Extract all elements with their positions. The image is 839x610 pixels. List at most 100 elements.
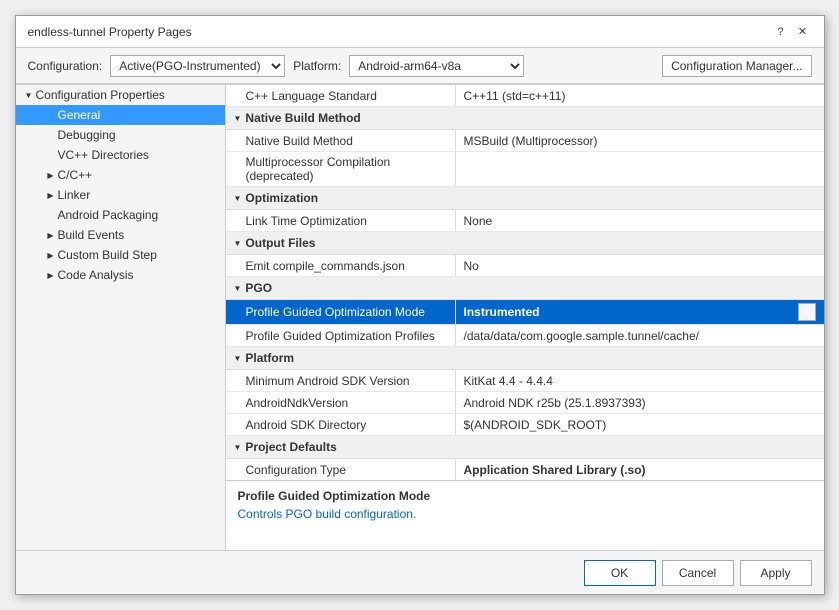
- sidebar: ▼ Configuration Properties General Debug…: [16, 85, 226, 550]
- table-row: Minimum Android SDK Version KitKat 4.4 -…: [226, 370, 824, 392]
- sidebar-item-label: General: [58, 108, 101, 122]
- section-collapse-arrow: ▼: [234, 239, 242, 248]
- prop-value-text: Instrumented: [464, 305, 798, 319]
- section-header-optimization[interactable]: ▼ Optimization: [226, 187, 824, 210]
- configuration-manager-button[interactable]: Configuration Manager...: [662, 55, 811, 77]
- prop-name: Multiprocessor Compilation (deprecated): [226, 152, 456, 186]
- prop-value: Instrumented ▼: [456, 300, 824, 324]
- dropdown-button[interactable]: ▼: [798, 303, 816, 321]
- table-row-highlighted[interactable]: Profile Guided Optimization Mode Instrum…: [226, 300, 824, 325]
- section-title: Output Files: [245, 236, 315, 250]
- sidebar-item-code-analysis[interactable]: ▶ Code Analysis: [16, 265, 225, 285]
- config-bar: Configuration: Active(PGO-Instrumented) …: [16, 48, 824, 84]
- platform-label: Platform:: [293, 59, 341, 73]
- title-bar: endless-tunnel Property Pages ? ✕: [16, 16, 824, 48]
- right-panel: C++ Language Standard C++11 (std=c++11) …: [226, 85, 824, 550]
- footer: OK Cancel Apply: [16, 550, 824, 594]
- expand-arrow: ▶: [44, 171, 58, 180]
- prop-name: Link Time Optimization: [226, 210, 456, 231]
- prop-value: No: [456, 255, 824, 276]
- prop-value-text: Android NDK r25b (25.1.8937393): [464, 396, 816, 410]
- info-description: Controls PGO build configuration.: [238, 507, 812, 521]
- prop-name: Profile Guided Optimization Mode: [226, 300, 456, 324]
- section-collapse-arrow: ▼: [234, 194, 242, 203]
- prop-name: Android SDK Directory: [226, 414, 456, 435]
- table-row: Android SDK Directory $(ANDROID_SDK_ROOT…: [226, 414, 824, 436]
- info-panel: Profile Guided Optimization Mode Control…: [226, 480, 824, 550]
- expand-arrow: ▼: [22, 91, 36, 100]
- config-label: Configuration:: [28, 59, 103, 73]
- table-row: Configuration Type Application Shared Li…: [226, 459, 824, 480]
- section-collapse-arrow: ▼: [234, 354, 242, 363]
- sidebar-item-android-pkg[interactable]: Android Packaging: [16, 205, 225, 225]
- table-row: Multiprocessor Compilation (deprecated): [226, 152, 824, 187]
- section-header-platform[interactable]: ▼ Platform: [226, 347, 824, 370]
- cancel-button[interactable]: Cancel: [662, 560, 734, 586]
- section-header-project-defaults[interactable]: ▼ Project Defaults: [226, 436, 824, 459]
- apply-button[interactable]: Apply: [740, 560, 812, 586]
- prop-name: Configuration Type: [226, 459, 456, 480]
- prop-name: C++ Language Standard: [226, 85, 456, 106]
- prop-value: Application Shared Library (.so): [456, 459, 824, 480]
- title-bar-buttons: ? ✕: [772, 23, 812, 41]
- table-row: Profile Guided Optimization Profiles /da…: [226, 325, 824, 347]
- sidebar-item-label: Linker: [58, 188, 91, 202]
- prop-name: AndroidNdkVersion: [226, 392, 456, 413]
- main-content: ▼ Configuration Properties General Debug…: [16, 84, 824, 550]
- expand-arrow: ▶: [44, 191, 58, 200]
- section-collapse-arrow: ▼: [234, 284, 242, 293]
- expand-arrow: ▶: [44, 251, 58, 260]
- section-title: PGO: [245, 281, 272, 295]
- prop-value: None: [456, 210, 824, 231]
- dialog-title: endless-tunnel Property Pages: [28, 25, 192, 39]
- sidebar-item-cpp[interactable]: ▶ C/C++: [16, 165, 225, 185]
- sidebar-item-linker[interactable]: ▶ Linker: [16, 185, 225, 205]
- prop-value-text: $(ANDROID_SDK_ROOT): [464, 418, 816, 432]
- sidebar-item-label: C/C++: [58, 168, 93, 182]
- ok-button[interactable]: OK: [584, 560, 656, 586]
- sidebar-item-debugging[interactable]: Debugging: [16, 125, 225, 145]
- sidebar-item-label: Build Events: [58, 228, 125, 242]
- property-pages-dialog: endless-tunnel Property Pages ? ✕ Config…: [15, 15, 825, 595]
- sidebar-item-config-props[interactable]: ▼ Configuration Properties: [16, 85, 225, 105]
- configuration-select[interactable]: Active(PGO-Instrumented): [110, 55, 285, 77]
- sidebar-item-general[interactable]: General: [16, 105, 225, 125]
- section-collapse-arrow: ▼: [234, 443, 242, 452]
- sidebar-item-label: VC++ Directories: [58, 148, 149, 162]
- section-header-pgo[interactable]: ▼ PGO: [226, 277, 824, 300]
- prop-name: Minimum Android SDK Version: [226, 370, 456, 391]
- prop-value: [456, 152, 824, 186]
- prop-value: KitKat 4.4 - 4.4.4: [456, 370, 824, 391]
- table-row: C++ Language Standard C++11 (std=c++11): [226, 85, 824, 107]
- close-button[interactable]: ✕: [794, 23, 812, 41]
- prop-value-text: No: [464, 259, 816, 273]
- info-title: Profile Guided Optimization Mode: [238, 489, 812, 503]
- sidebar-item-build-events[interactable]: ▶ Build Events: [16, 225, 225, 245]
- sidebar-item-label: Code Analysis: [58, 268, 134, 282]
- prop-value-text: Application Shared Library (.so): [464, 463, 816, 477]
- sidebar-item-custom-build[interactable]: ▶ Custom Build Step: [16, 245, 225, 265]
- platform-select[interactable]: Android-arm64-v8a: [349, 55, 524, 77]
- section-title: Project Defaults: [245, 440, 336, 454]
- section-title: Optimization: [245, 191, 318, 205]
- properties-table: C++ Language Standard C++11 (std=c++11) …: [226, 85, 824, 480]
- section-header-output-files[interactable]: ▼ Output Files: [226, 232, 824, 255]
- prop-value-text: /data/data/com.google.sample.tunnel/cach…: [464, 329, 816, 343]
- sidebar-item-label: Configuration Properties: [36, 88, 165, 102]
- expand-arrow: ▶: [44, 231, 58, 240]
- help-button[interactable]: ?: [772, 23, 790, 41]
- section-title: Native Build Method: [245, 111, 360, 125]
- prop-value: Android NDK r25b (25.1.8937393): [456, 392, 824, 413]
- prop-name: Emit compile_commands.json: [226, 255, 456, 276]
- prop-name: Native Build Method: [226, 130, 456, 151]
- prop-value: C++11 (std=c++11): [456, 85, 824, 106]
- sidebar-item-label: Android Packaging: [58, 208, 159, 222]
- table-row: Link Time Optimization None: [226, 210, 824, 232]
- prop-value-text: KitKat 4.4 - 4.4.4: [464, 374, 816, 388]
- sidebar-item-vc-dirs[interactable]: VC++ Directories: [16, 145, 225, 165]
- prop-value: MSBuild (Multiprocessor): [456, 130, 824, 151]
- table-row: AndroidNdkVersion Android NDK r25b (25.1…: [226, 392, 824, 414]
- section-collapse-arrow: ▼: [234, 114, 242, 123]
- section-header-native-build[interactable]: ▼ Native Build Method: [226, 107, 824, 130]
- expand-arrow: ▶: [44, 271, 58, 280]
